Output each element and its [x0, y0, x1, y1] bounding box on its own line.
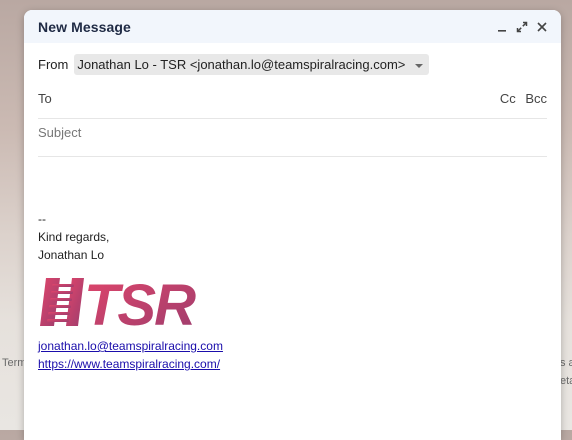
- from-select[interactable]: Jonathan Lo - TSR <jonathan.lo@teamspira…: [74, 53, 430, 75]
- minimize-icon[interactable]: [493, 18, 511, 36]
- signature-website-link[interactable]: https://www.teamspiralracing.com/: [38, 355, 223, 373]
- subject-input[interactable]: Subject: [38, 125, 81, 140]
- compose-title: New Message: [38, 18, 131, 35]
- message-body[interactable]: -- Kind regards, Jonathan Lo TSR jonatha…: [38, 210, 223, 373]
- signature-name: Jonathan Lo: [38, 248, 105, 262]
- to-field[interactable]: To: [38, 91, 494, 106]
- tsr-logo: TSR: [38, 273, 223, 338]
- compose-window: New Message From Jonathan Lo - TSR <jona…: [24, 10, 561, 440]
- compose-header: New Message: [24, 10, 561, 43]
- background-text-right-1: s a: [560, 357, 572, 369]
- cc-button[interactable]: Cc: [500, 91, 516, 106]
- cc-bcc-controls: Cc Bcc: [494, 91, 547, 106]
- background-text-right-2: eta: [560, 375, 572, 387]
- signature-separator: --: [38, 212, 46, 226]
- signature-closing: Kind regards,: [38, 230, 110, 244]
- close-icon[interactable]: [533, 18, 551, 36]
- expand-icon[interactable]: [513, 18, 531, 36]
- from-row: From Jonathan Lo - TSR <jonathan.lo@team…: [38, 52, 547, 76]
- background-text-left: Term: [2, 357, 27, 369]
- svg-text:TSR: TSR: [84, 276, 196, 328]
- bcc-button[interactable]: Bcc: [525, 91, 547, 106]
- subject-row[interactable]: Subject: [38, 120, 547, 157]
- from-label: From: [38, 56, 69, 72]
- caret-down-icon: [415, 63, 424, 68]
- signature-links: jonathan.lo@teamspiralracing.com https:/…: [38, 337, 223, 373]
- signature-email-link[interactable]: jonathan.lo@teamspiralracing.com: [38, 337, 223, 355]
- from-value: Jonathan Lo - TSR <jonathan.lo@teamspira…: [77, 56, 406, 72]
- to-row[interactable]: To Cc Bcc: [38, 86, 547, 119]
